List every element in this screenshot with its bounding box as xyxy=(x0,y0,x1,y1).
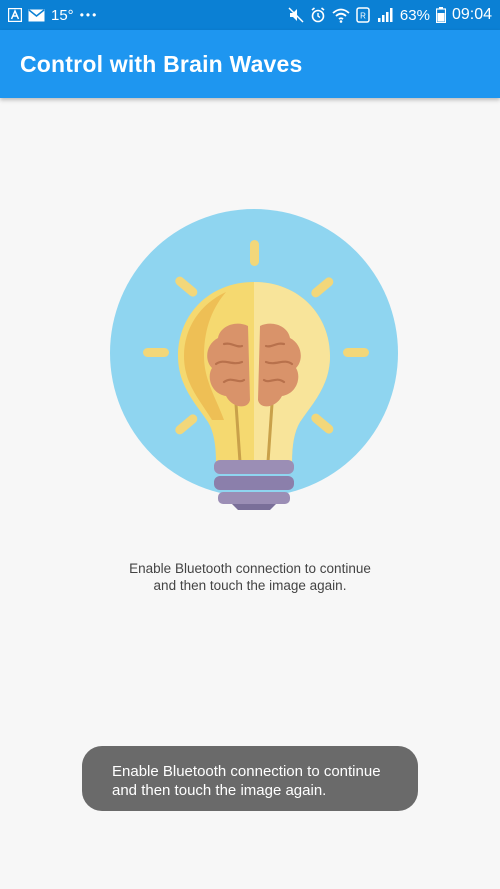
svg-text:R: R xyxy=(360,12,366,21)
message-line-2: and then touch the image again. xyxy=(153,578,347,593)
app-title: Control with Brain Waves xyxy=(20,50,303,77)
app-bar: Control with Brain Waves xyxy=(0,30,500,98)
bluetooth-connect-image[interactable] xyxy=(108,208,400,512)
toast-line-1: Enable Bluetooth connection to continue xyxy=(112,763,381,780)
temperature-text: 15° xyxy=(51,6,74,24)
battery-icon xyxy=(435,7,446,23)
bluetooth-message: Enable Bluetooth connection to continue … xyxy=(0,560,500,594)
toast-line-2: and then touch the image again. xyxy=(112,782,327,799)
mute-icon xyxy=(288,7,304,23)
toast-notification: Enable Bluetooth connection to continue … xyxy=(82,746,418,811)
battery-percent: 63% xyxy=(399,6,430,24)
data-saver-icon: R xyxy=(356,7,370,23)
mail-icon xyxy=(28,8,45,22)
alarm-icon xyxy=(310,7,326,23)
more-notifications-icon: ••• xyxy=(79,8,99,22)
signal-icon xyxy=(376,7,394,23)
app-a-icon xyxy=(8,8,22,22)
message-line-1: Enable Bluetooth connection to continue xyxy=(129,561,371,576)
clock-time: 09:04 xyxy=(451,6,492,23)
status-bar: 15° ••• R 63% 09:04 xyxy=(0,0,500,30)
lightbulb-brain-icon xyxy=(110,209,398,510)
wifi-icon xyxy=(332,8,350,23)
